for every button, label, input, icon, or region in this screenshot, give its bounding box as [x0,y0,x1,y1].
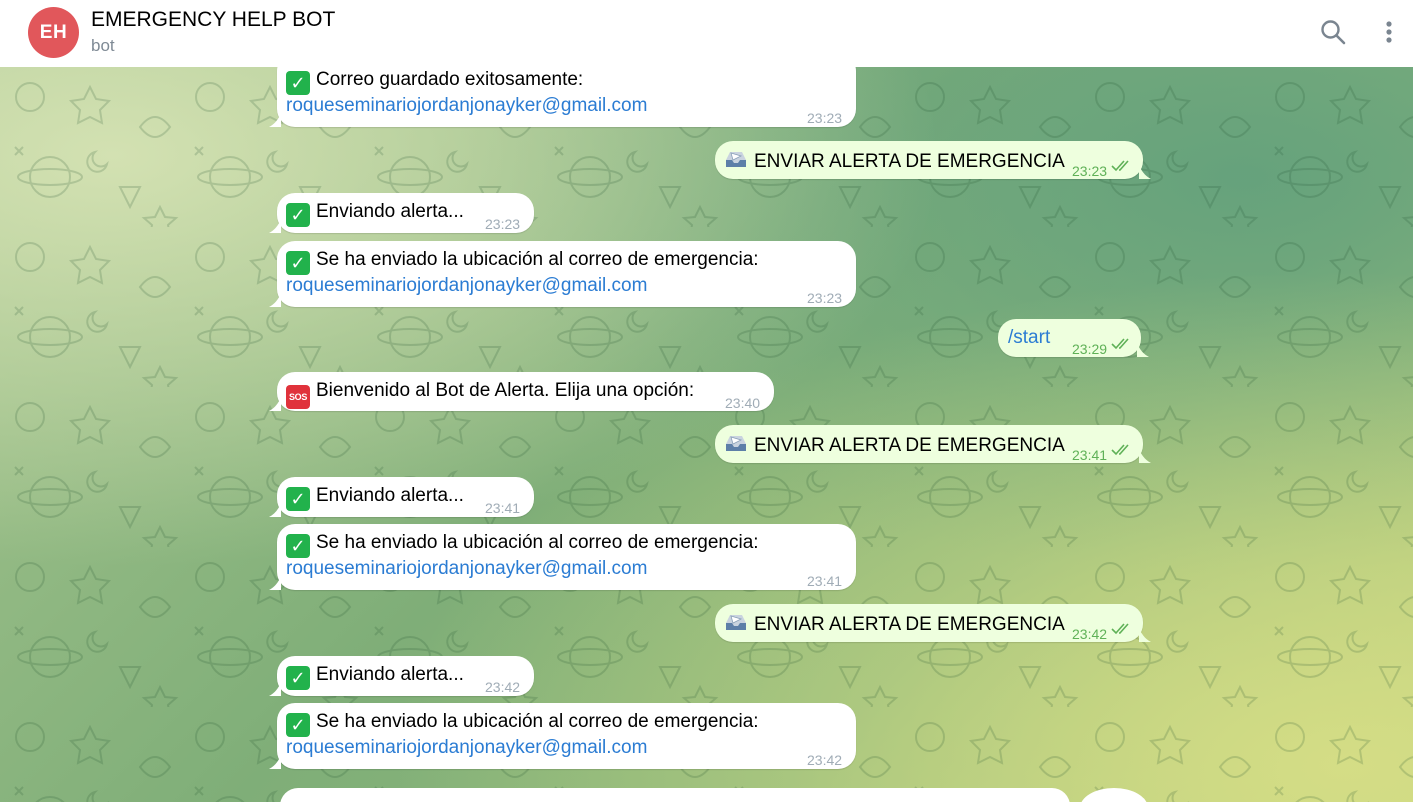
search-icon[interactable] [1320,19,1346,45]
bubble-tail [269,219,281,233]
chat-title[interactable]: EMERGENCY HELP BOT [91,8,335,32]
message-text: ✓ Enviando alerta... [286,199,464,227]
check-icon: ✓ [286,487,310,511]
email-link[interactable]: roqueseminariojordanjonayker@gmail.com [286,556,647,582]
message-text: ✓ Correo guardado exitosamente: [286,67,583,95]
inbox-tray-icon [726,152,746,167]
message-text: ✓ Se ha enviado la ubicación al correo de… [286,247,759,275]
bot-command-link[interactable]: /start [1008,325,1050,351]
message-text: ✓ Enviando alerta... [286,483,464,511]
message-time: 23:41 [807,573,843,589]
check-icon: ✓ [286,534,310,558]
bubble-tail [269,755,281,769]
message-text: ✓ Se ha enviado la ubicación al correo de… [286,709,759,737]
message-time: 23:41 [485,500,521,516]
bubble-tail [1139,165,1151,179]
message-time: 23:42 [807,752,843,768]
inbox-tray-icon [726,436,746,451]
check-icon: ✓ [286,71,310,95]
bubble-tail [269,576,281,590]
inbox-tray-icon [726,615,746,630]
sos-icon: SOS [286,385,310,409]
message-incoming[interactable]: ✓ Enviando alerta... 23:41 [269,477,534,517]
message-time: 23:29 [1072,341,1108,357]
chat-subtitle: bot [91,36,115,55]
bubble-tail [269,503,281,517]
chat-header: EH EMERGENCY HELP BOT bot [0,0,1413,67]
message-time: 23:23 [807,290,843,306]
check-icon: ✓ [286,666,310,690]
message-time: 23:23 [1072,163,1108,179]
message-text: SOS Bienvenido al Bot de Alerta. Elija un… [286,378,694,409]
message-time: 23:23 [807,110,843,126]
message-incoming[interactable]: ✓ Correo guardado exitosamente: roquesemi… [269,67,856,127]
message-incoming[interactable]: ✓ Se ha enviado la ubicación al correo de… [269,241,856,307]
message-text: ENVIAR ALERTA DE EMERGENCIA [724,431,1065,459]
check-icon: ✓ [286,203,310,227]
bubble-tail [1139,628,1151,642]
message-time: 23:41 [1072,447,1108,463]
read-ticks-icon [1111,444,1129,456]
bubble-tail [269,113,281,127]
message-outgoing[interactable]: /start 23:29 [998,319,1149,357]
message-text: ENVIAR ALERTA DE EMERGENCIA [724,147,1065,175]
chat-background-pattern [0,67,1413,802]
read-ticks-icon [1111,160,1129,172]
email-link[interactable]: roqueseminariojordanjonayker@gmail.com [286,735,647,761]
message-incoming[interactable]: ✓ Enviando alerta... 23:42 [269,656,534,696]
email-link[interactable]: roqueseminariojordanjonayker@gmail.com [286,273,647,299]
message-text: ✓ Enviando alerta... [286,662,464,690]
bubble-tail [269,682,281,696]
message-text: ENVIAR ALERTA DE EMERGENCIA [724,610,1065,638]
bubble-tail [1137,343,1149,357]
message-outgoing[interactable]: ENVIAR ALERTA DE EMERGENCIA 23:41 [715,425,1151,463]
more-menu-icon[interactable] [1378,19,1400,45]
message-outgoing[interactable]: ENVIAR ALERTA DE EMERGENCIA 23:23 [715,141,1151,179]
read-ticks-icon [1111,623,1129,635]
bot-avatar[interactable]: EH [28,7,79,58]
check-icon: ✓ [286,713,310,737]
read-ticks-icon [1111,338,1129,350]
message-time: 23:42 [1072,626,1108,642]
message-outgoing[interactable]: ENVIAR ALERTA DE EMERGENCIA 23:42 [715,604,1151,642]
email-link[interactable]: roqueseminariojordanjonayker@gmail.com [286,93,647,119]
message-incoming[interactable]: ✓ Se ha enviado la ubicación al correo de… [269,703,856,769]
bubble-tail [269,293,281,307]
message-time: 23:40 [725,395,761,411]
message-time: 23:42 [485,679,521,695]
bubble-tail [1139,449,1151,463]
message-input-bar[interactable] [280,788,1070,802]
message-text: ✓ Se ha enviado la ubicación al correo de… [286,530,759,558]
check-icon: ✓ [286,251,310,275]
message-incoming[interactable]: ✓ Se ha enviado la ubicación al correo de… [269,524,856,590]
chat-area[interactable]: ✓ Correo guardado exitosamente: roquesemi… [0,67,1413,802]
message-time: 23:23 [485,216,521,232]
message-incoming[interactable]: ✓ Enviando alerta... 23:23 [269,193,534,233]
bubble-tail [269,397,281,411]
message-incoming[interactable]: SOS Bienvenido al Bot de Alerta. Elija un… [269,372,774,411]
